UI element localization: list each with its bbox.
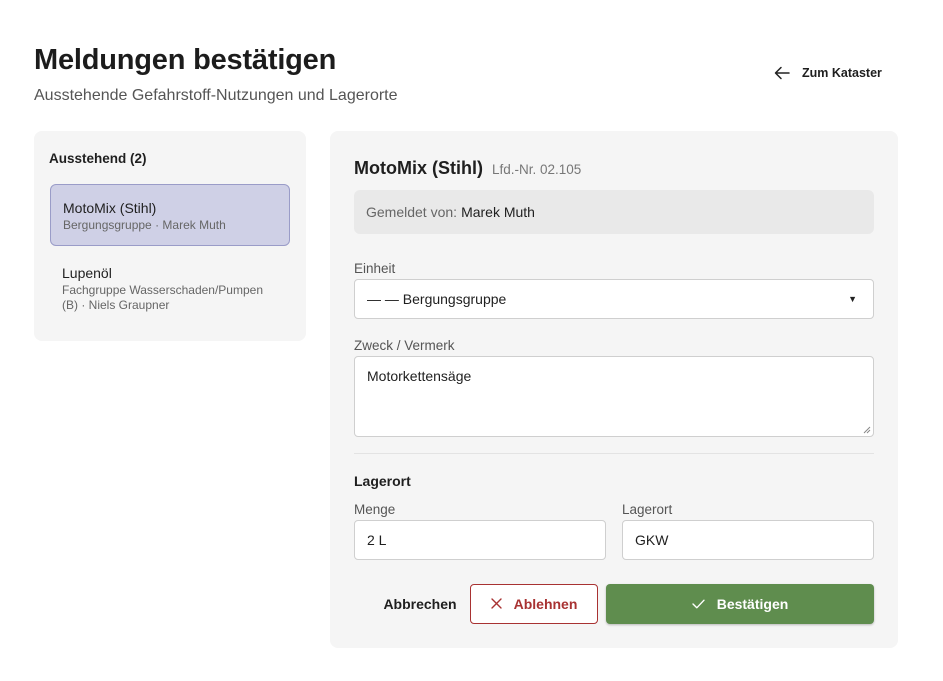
sidebar-title: Ausstehend (2) <box>49 151 147 166</box>
location-label: Lagerort <box>622 502 673 517</box>
sidebar-item-name: MotoMix (Stihl) <box>63 200 157 216</box>
page-subtitle: Ausstehende Gefahrstoff-Nutzungen und La… <box>34 87 398 104</box>
detail-header: MotoMix (Stihl) Lfd.-Nr. 02.105 <box>354 158 581 179</box>
location-input[interactable]: GKW <box>622 520 874 560</box>
storage-section-title: Lagerort <box>354 473 411 489</box>
amount-input[interactable]: 2 L <box>354 520 606 560</box>
reported-by-name: Marek Muth <box>461 204 535 220</box>
sidebar-item-lupenoel[interactable]: Lupenöl Fachgruppe Wasserschaden/Pumpen … <box>50 256 290 320</box>
unit-select[interactable]: — — Bergungsgruppe ▼ <box>354 279 874 319</box>
cancel-button[interactable]: Abbrechen <box>354 584 486 624</box>
confirm-button[interactable]: Bestätigen <box>606 584 874 624</box>
back-to-kataster-link[interactable]: Zum Kataster <box>774 66 882 80</box>
reported-by-label: Gemeldet von: <box>366 204 458 220</box>
check-icon <box>692 596 705 612</box>
detail-title: MotoMix (Stihl) <box>354 158 483 178</box>
cancel-button-label: Abbrechen <box>383 596 457 612</box>
confirm-button-label: Bestätigen <box>716 596 789 612</box>
sidebar-item-name: Lupenöl <box>62 265 112 281</box>
reported-by-box: Gemeldet von: Marek Muth <box>354 190 874 234</box>
reject-button[interactable]: Ablehnen <box>470 584 598 624</box>
amount-label: Menge <box>354 502 396 517</box>
sidebar-item-motomix[interactable]: MotoMix (Stihl) Bergungsgruppe · Marek M… <box>50 184 290 246</box>
detail-panel: MotoMix (Stihl) Lfd.-Nr. 02.105 Gemeldet… <box>330 131 898 648</box>
caret-down-icon: ▼ <box>848 294 857 304</box>
sidebar-item-meta: Bergungsgruppe · Marek Muth <box>63 218 226 232</box>
purpose-value: Motorkettensäge <box>367 368 472 384</box>
back-link-label: Zum Kataster <box>802 66 882 80</box>
sidebar-item-meta: Fachgruppe Wasserschaden/Pumpen (B) · Ni… <box>62 283 263 312</box>
purpose-label: Zweck / Vermerk <box>354 338 455 353</box>
unit-select-value: — — Bergungsgruppe <box>367 291 507 307</box>
purpose-textarea[interactable]: Motorkettensäge <box>354 356 874 437</box>
reject-button-label: Ablehnen <box>513 596 578 612</box>
section-divider <box>354 453 874 454</box>
pending-sidebar: Ausstehend (2) MotoMix (Stihl) Bergungsg… <box>34 131 306 341</box>
close-icon <box>490 596 502 612</box>
resize-handle-icon[interactable] <box>863 426 871 434</box>
detail-lfd-number: Lfd.-Nr. 02.105 <box>491 162 582 177</box>
page-title: Meldungen bestätigen <box>34 44 337 76</box>
amount-value: 2 L <box>367 532 387 548</box>
location-value: GKW <box>635 532 669 548</box>
unit-label: Einheit <box>354 261 396 276</box>
arrow-left-icon <box>774 66 790 80</box>
